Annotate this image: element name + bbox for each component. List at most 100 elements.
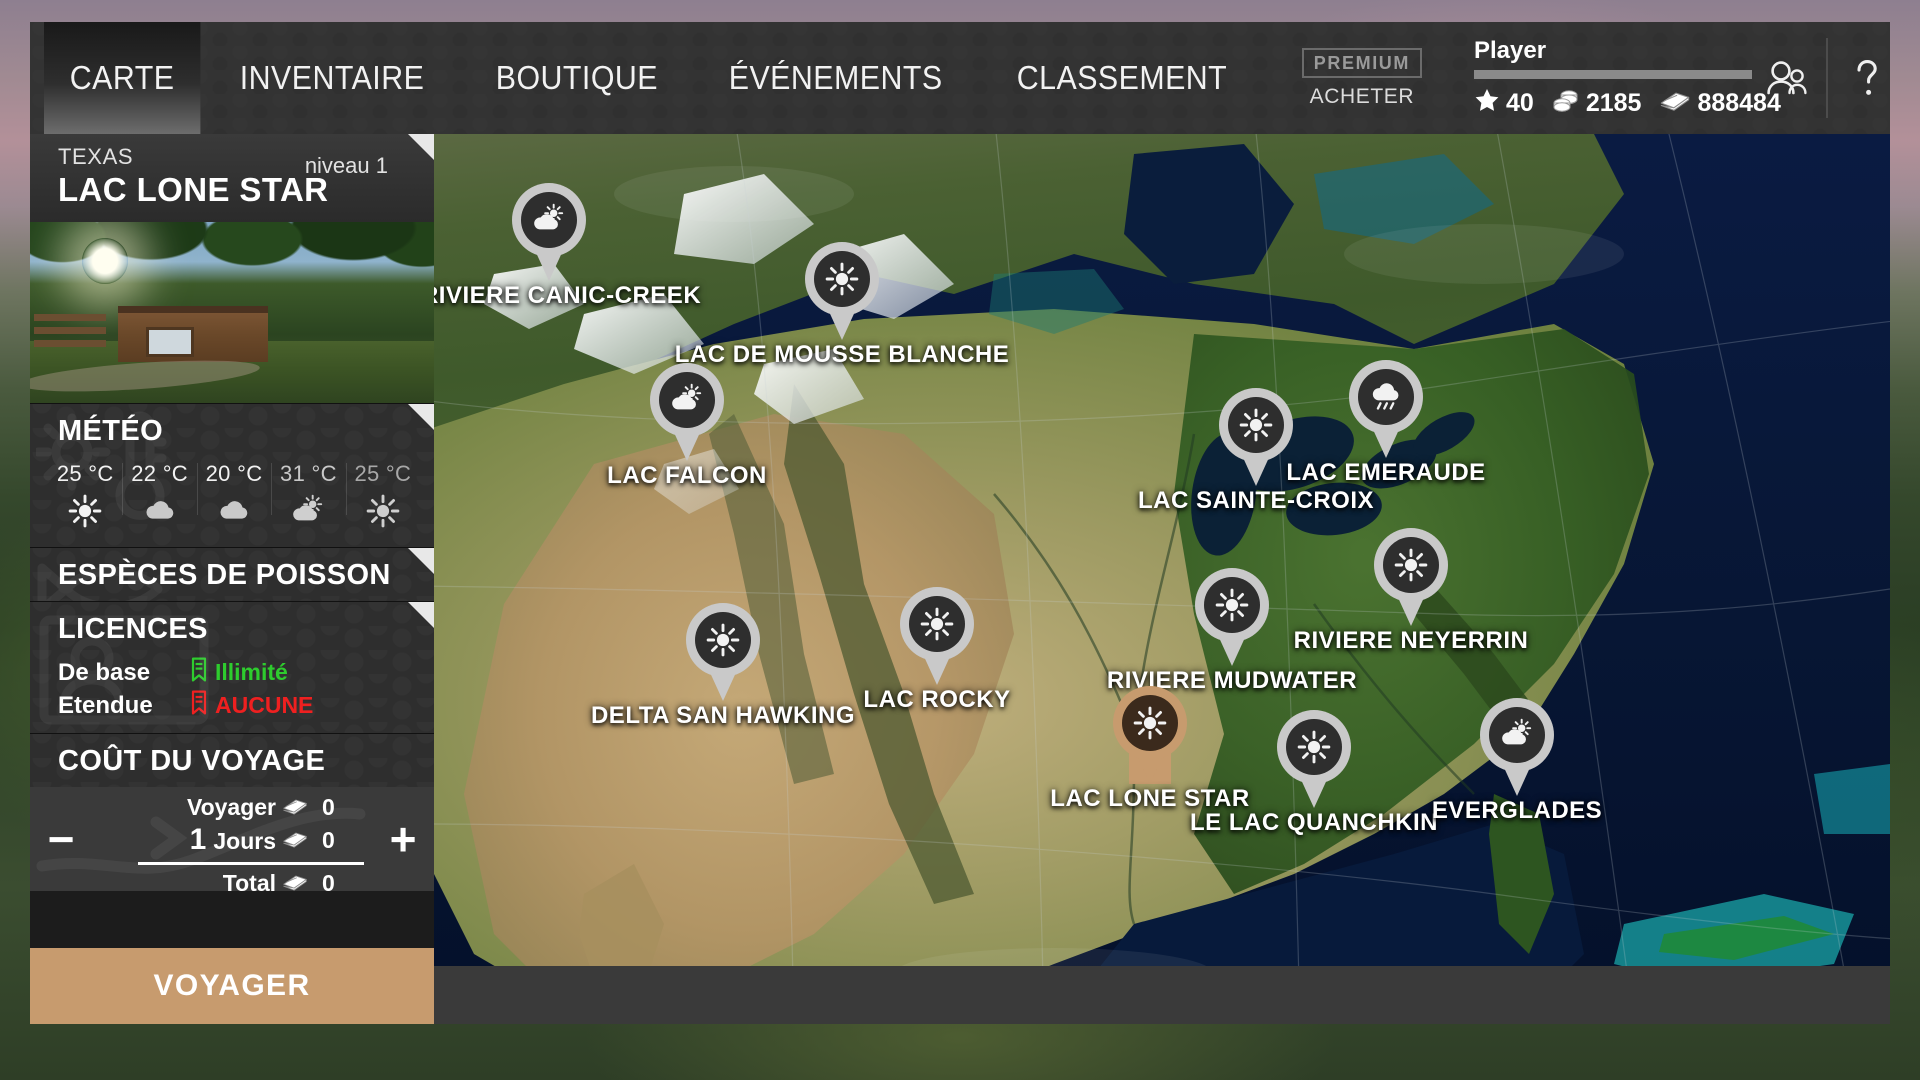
player-currencies: 40 2185 888484 bbox=[1474, 87, 1781, 120]
map-marker-lac-lone-star[interactable]: LAC LONE STAR bbox=[1050, 686, 1249, 812]
weather-sunny-icon bbox=[1383, 537, 1439, 593]
weather-sunny-icon bbox=[1297, 730, 1331, 764]
licence-status-text: Illimité bbox=[215, 659, 288, 685]
travel-cost-body: − Voyager 0 1 Jours 0 Total 0 + bbox=[30, 787, 434, 896]
total-label: Total bbox=[222, 870, 276, 896]
pin-head bbox=[1113, 686, 1187, 760]
cash-icon bbox=[283, 832, 307, 848]
weather-sunny-icon bbox=[68, 494, 102, 533]
currency-star: 40 bbox=[1474, 87, 1534, 120]
fish-species-section[interactable]: ESPÈCES DE POISSON bbox=[30, 547, 434, 615]
map-pin bbox=[650, 363, 724, 461]
weather-sunny-icon bbox=[695, 612, 751, 668]
map-marker-lac-emeraude[interactable]: LAC EMERAUDE bbox=[1286, 360, 1485, 486]
map-marker-label: LAC ROCKY bbox=[863, 686, 1011, 713]
licence-tag-icon bbox=[190, 657, 208, 688]
preview-cabin bbox=[118, 306, 268, 362]
currency-coins: 2185 bbox=[1552, 88, 1642, 119]
premium-buy-button[interactable]: ACHETER bbox=[1310, 85, 1415, 109]
weather-partly-cloudy-icon bbox=[659, 372, 715, 428]
map-marker-le-lac-quanchkin[interactable]: LE LAC QUANCHKIN bbox=[1190, 710, 1438, 836]
weather-cloudy-icon bbox=[220, 501, 248, 519]
preview-sun bbox=[82, 238, 128, 284]
days-count: 1 bbox=[189, 823, 207, 856]
weather-rainy-icon bbox=[1358, 369, 1414, 425]
cash-icon bbox=[1659, 89, 1691, 118]
map-marker-lac-sainte-croix[interactable]: LAC SAINTE-CROIX bbox=[1138, 388, 1374, 514]
currency-value: 2185 bbox=[1585, 88, 1642, 117]
world-map[interactable]: A RIVIERE CANIC-CREEK LAC DE MOUSSE BLAN… bbox=[434, 134, 1890, 1024]
pin-head bbox=[1480, 698, 1554, 772]
weather-partly-cloudy-icon bbox=[672, 383, 702, 410]
collapse-location-triangle-icon[interactable] bbox=[408, 134, 434, 160]
pin-head bbox=[1349, 360, 1423, 434]
weather-partly-cloudy-icon bbox=[293, 494, 323, 521]
travel-cost-title: COÛT DU VOYAGE bbox=[58, 745, 326, 777]
weather-day-5: 25 °C bbox=[345, 461, 420, 533]
licences-section: LICENCES De base Illimité Etendue AUCUNE bbox=[30, 601, 434, 733]
tab--v-nements[interactable]: ÉVÉNEMENTS bbox=[703, 22, 968, 134]
map-marker-lac-de-mousse-blanche[interactable]: LAC DE MOUSSE BLANCHE bbox=[675, 242, 1009, 368]
game-window: CARTE INVENTAIRE BOUTIQUE ÉVÉNEMENTS CLASSEM… bbox=[30, 22, 1890, 1024]
licence-tag-icon bbox=[191, 690, 207, 715]
licence-tag-icon bbox=[191, 657, 207, 682]
map-marker-riviere-mudwater[interactable]: RIVIERE MUDWATER bbox=[1107, 568, 1357, 694]
weather-sunny-icon bbox=[920, 607, 954, 641]
travel-fee-value: 0 bbox=[322, 794, 335, 820]
weather-sunny-icon bbox=[909, 596, 965, 652]
tab-classement[interactable]: CLASSEMENT bbox=[991, 22, 1253, 134]
player-name: Player bbox=[1474, 36, 1547, 64]
weather-day-3: 20 °C bbox=[196, 461, 271, 533]
days-label: Jours bbox=[213, 828, 276, 854]
location-level: niveau 1 bbox=[304, 153, 388, 178]
weather-temp: 20 °C bbox=[205, 461, 263, 486]
weather-cloudy-icon bbox=[146, 501, 173, 519]
weather-cloudy-icon bbox=[217, 494, 251, 533]
collapse-weather-triangle-icon[interactable] bbox=[408, 404, 434, 430]
map-marker-label: LAC DE MOUSSE BLANCHE bbox=[674, 341, 1010, 368]
weather-sunny-icon bbox=[1286, 719, 1342, 775]
friends-icon[interactable] bbox=[1748, 22, 1826, 134]
premium-block: PREMIUM ACHETER bbox=[1276, 22, 1448, 134]
location-header: TEXAS LAC LONE STAR niveau 1 bbox=[30, 134, 434, 222]
increase-days-button[interactable]: + bbox=[372, 787, 434, 891]
weather-cloudy-icon bbox=[143, 494, 177, 533]
licence-status-text: AUCUNE bbox=[215, 692, 314, 718]
star-icon bbox=[1474, 87, 1500, 120]
travel-fee-line: Voyager 0 bbox=[92, 793, 364, 822]
map-marker-riviere-neyerrin[interactable]: RIVIERE NEYERRIN bbox=[1294, 528, 1528, 654]
map-pin bbox=[1277, 710, 1351, 808]
weather-sunny-icon bbox=[1204, 577, 1260, 633]
map-marker-label: LAC EMERAUDE bbox=[1286, 459, 1486, 486]
decrease-days-button[interactable]: − bbox=[30, 787, 92, 891]
map-pin bbox=[1349, 360, 1423, 458]
total-line: Total 0 bbox=[92, 869, 364, 898]
weather-temp: 25 °C bbox=[56, 461, 114, 486]
travel-button[interactable]: VOYAGER bbox=[30, 948, 434, 1024]
travel-fee-label: Voyager bbox=[186, 794, 276, 820]
cash-icon bbox=[283, 799, 307, 815]
map-marker-label: RIVIERE NEYERRIN bbox=[1293, 627, 1529, 654]
map-marker-lac-falcon[interactable]: LAC FALCON bbox=[607, 363, 766, 489]
weather-sunny-icon bbox=[1394, 548, 1428, 582]
weather-day-4: 31 °C bbox=[271, 461, 345, 533]
licence-label: Etendue bbox=[58, 691, 153, 719]
weather-sunny-icon bbox=[366, 494, 400, 528]
help-icon[interactable] bbox=[1828, 22, 1890, 134]
map-pin bbox=[1480, 698, 1554, 796]
map-marker-lac-rocky[interactable]: LAC ROCKY bbox=[863, 587, 1010, 713]
collapse-fish-triangle-icon[interactable] bbox=[408, 548, 434, 574]
map-pin bbox=[805, 242, 879, 340]
map-pin bbox=[512, 183, 586, 281]
map-marker-everglades[interactable]: EVERGLADES bbox=[1432, 698, 1602, 824]
map-pin bbox=[1219, 388, 1293, 486]
map-marker-a-riviere-canic-creek[interactable]: A RIVIERE CANIC-CREEK bbox=[434, 183, 701, 309]
collapse-licences-triangle-icon[interactable] bbox=[408, 602, 434, 628]
tab-inventaire[interactable]: INVENTAIRE bbox=[214, 22, 450, 134]
map-marker-delta-san-hawking[interactable]: DELTA SAN HAWKING bbox=[591, 603, 855, 729]
licence-label: De base bbox=[58, 658, 151, 686]
weather-sunny-icon bbox=[1239, 408, 1273, 442]
tab-boutique[interactable]: BOUTIQUE bbox=[470, 22, 684, 134]
weather-sunny-icon bbox=[1215, 588, 1249, 622]
tab-carte[interactable]: CARTE bbox=[44, 22, 201, 134]
